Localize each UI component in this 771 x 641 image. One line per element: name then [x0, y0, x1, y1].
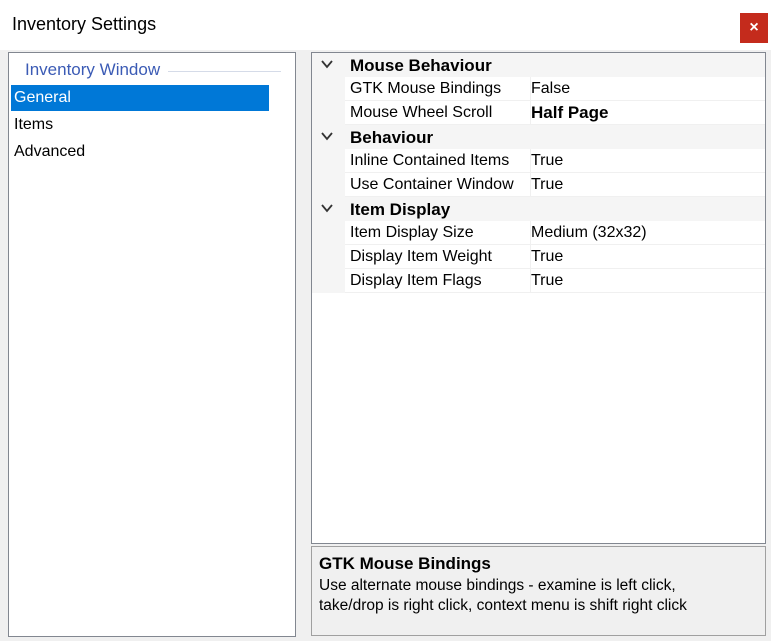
property-row[interactable]: Display Item Flags True [312, 269, 765, 293]
property-row[interactable]: Item Display Size Medium (32x32) [312, 221, 765, 245]
property-value[interactable]: True [526, 149, 765, 173]
property-name[interactable]: Inline Contained Items [345, 149, 531, 173]
category-behaviour[interactable]: Behaviour [312, 125, 765, 149]
property-value[interactable]: Half Page [526, 101, 765, 125]
property-name[interactable]: Display Item Flags [345, 269, 531, 293]
property-grid: Mouse Behaviour GTK Mouse Bindings False… [311, 52, 766, 544]
chevron-down-icon[interactable] [320, 201, 334, 215]
category-label: Item Display [350, 200, 451, 219]
category-label: Mouse Behaviour [350, 56, 492, 75]
property-name[interactable]: Display Item Weight [345, 245, 531, 269]
row-gutter [312, 53, 345, 77]
property-name[interactable]: GTK Mouse Bindings [345, 77, 531, 101]
property-value[interactable]: False [526, 77, 765, 101]
description-line: Use alternate mouse bindings - examine i… [319, 577, 676, 594]
property-row[interactable]: Use Container Window True [312, 173, 765, 197]
description-line: take/drop is right click, context menu i… [319, 597, 687, 614]
nav-item-advanced[interactable]: Advanced [11, 139, 269, 165]
chevron-down-icon[interactable] [320, 57, 334, 71]
row-gutter [312, 125, 345, 149]
row-gutter [312, 149, 345, 173]
nav-item-items[interactable]: Items [11, 112, 269, 138]
settings-nav-panel: Inventory Window General Items Advanced [8, 52, 296, 637]
description-panel: GTK Mouse Bindings Use alternate mouse b… [311, 546, 766, 636]
row-gutter [312, 173, 345, 197]
property-value[interactable]: Medium (32x32) [526, 221, 765, 245]
nav-item-general[interactable]: General [11, 85, 269, 111]
description-title: GTK Mouse Bindings [319, 554, 491, 573]
category-mouse-behaviour[interactable]: Mouse Behaviour [312, 53, 765, 77]
close-icon: × [749, 19, 759, 36]
description-text: Use alternate mouse bindings - examine i… [319, 576, 749, 616]
property-name[interactable]: Item Display Size [345, 221, 531, 245]
category-label: Behaviour [350, 128, 434, 147]
property-name[interactable]: Mouse Wheel Scroll [345, 101, 531, 125]
nav-list: General Items Advanced [11, 85, 269, 166]
row-gutter [312, 269, 345, 293]
group-divider [168, 70, 281, 72]
row-gutter [312, 101, 345, 125]
property-row[interactable]: Mouse Wheel Scroll Half Page [312, 101, 765, 125]
nav-group-header: Inventory Window [23, 59, 281, 81]
property-row[interactable]: GTK Mouse Bindings False [312, 77, 765, 101]
nav-group-label: Inventory Window [25, 60, 161, 79]
row-gutter [312, 77, 345, 101]
close-button[interactable]: × [740, 13, 768, 43]
property-name[interactable]: Use Container Window [345, 173, 531, 197]
property-value[interactable]: True [526, 269, 765, 293]
row-gutter [312, 197, 345, 221]
row-gutter [312, 245, 345, 269]
window-title: Inventory Settings [12, 14, 157, 34]
property-value[interactable]: True [526, 173, 765, 197]
property-row[interactable]: Inline Contained Items True [312, 149, 765, 173]
property-row[interactable]: Display Item Weight True [312, 245, 765, 269]
title-bar: Inventory Settings × [0, 0, 771, 50]
property-value[interactable]: True [526, 245, 765, 269]
category-item-display[interactable]: Item Display [312, 197, 765, 221]
row-gutter [312, 221, 345, 245]
chevron-down-icon[interactable] [320, 129, 334, 143]
